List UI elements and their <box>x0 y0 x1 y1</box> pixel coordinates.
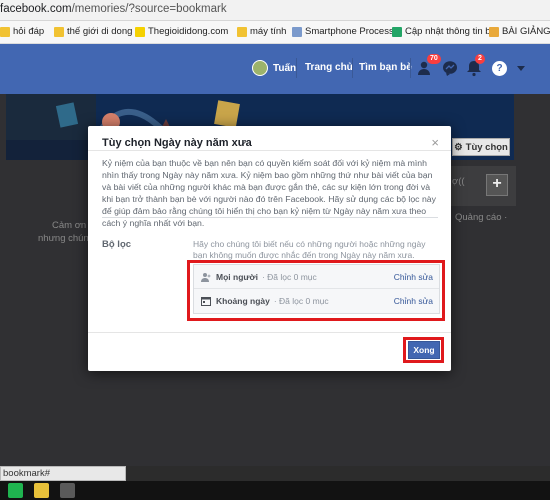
bookmarks-bar: hỏi đáp thế giới di dong Thegioididong.c… <box>0 21 550 44</box>
spotify-icon[interactable] <box>8 483 23 498</box>
nav-divider <box>352 58 353 78</box>
folder-icon <box>0 26 10 37</box>
address-bar[interactable]: facebook.com/memories/?source=bookmark <box>0 0 550 21</box>
notifications-badge: 2 <box>475 54 485 64</box>
tgdd-icon <box>135 26 145 37</box>
nav-divider <box>410 58 411 78</box>
add-button[interactable]: + <box>486 174 508 196</box>
bookmark-hoi-dap[interactable]: hỏi đáp <box>0 26 44 37</box>
filters-description: Hãy cho chúng tôi biết nếu có những ngườ… <box>193 239 426 260</box>
taskbar <box>0 481 550 500</box>
avatar <box>252 60 268 76</box>
url-host: facebook.com <box>0 3 72 15</box>
url-path: /memories/?source=bookmark <box>71 3 227 15</box>
find-friends-link[interactable]: Tìm bạn bè <box>359 62 412 73</box>
bookmark-cap-nhat[interactable]: Cập nhật thông tin b <box>392 26 491 37</box>
sheet-icon <box>392 26 402 37</box>
browser-status-bar: bookmark# <box>0 466 126 481</box>
friend-requests-icon[interactable]: 70 <box>417 54 441 77</box>
help-icon[interactable]: ? <box>492 61 507 76</box>
page-text-fragment: ợ(( <box>452 176 465 187</box>
options-button[interactable]: ⚙ Tùy chọn <box>452 138 510 156</box>
memories-preferences-dialog: Tùy chọn Ngày này năm xưa × Kỷ niệm của … <box>88 126 451 371</box>
close-icon[interactable]: × <box>431 135 439 150</box>
bookmark-may-tinh[interactable]: máy tính <box>237 26 286 37</box>
folder-icon <box>54 26 64 37</box>
folder-icon <box>237 26 247 37</box>
dialog-footer-divider <box>88 332 451 333</box>
nav-divider <box>296 58 297 78</box>
gear-icon: ⚙ <box>454 141 463 153</box>
filters-label: Bộ lọc <box>102 239 132 250</box>
file-explorer-icon[interactable] <box>34 483 49 498</box>
account-menu-caret-icon[interactable] <box>517 66 525 71</box>
ads-label: Quảng cáo · <box>455 212 508 223</box>
highlight-annotation-filters <box>187 260 445 321</box>
dialog-description: Kỷ niệm của bạn thuộc về bạn nên bạn có … <box>102 158 436 228</box>
friend-requests-badge: 70 <box>427 54 441 64</box>
bookmark-icon <box>489 26 499 37</box>
bookmark-thegioididong[interactable]: Thegioididong.com <box>135 26 228 37</box>
home-link[interactable]: Trang chủ <box>305 62 353 73</box>
messenger-icon[interactable] <box>441 59 459 77</box>
bookmark-bai-giang[interactable]: BÀI GIẢNG T <box>489 26 550 37</box>
profile-link[interactable]: Tuấn <box>252 60 296 76</box>
divider <box>102 217 438 218</box>
dialog-header: Tùy chọn Ngày này năm xưa × <box>88 126 451 151</box>
highlight-annotation-done <box>403 337 444 363</box>
notifications-bell-icon[interactable]: 2 <box>465 54 485 77</box>
chrome-icon[interactable] <box>60 483 75 498</box>
dialog-title: Tùy chọn Ngày này năm xưa <box>102 137 252 149</box>
page-text-fragment: nhưng chúng <box>38 233 95 244</box>
facebook-top-bar: Tuấn Trang chủ Tìm bạn bè 70 2 ? <box>0 44 550 94</box>
bookmark-the-gioi-di-dong[interactable]: thế giới di dong <box>54 26 132 37</box>
page-icon <box>292 26 302 37</box>
bookmark-smartphone-process[interactable]: Smartphone Process <box>292 26 394 37</box>
url-text[interactable]: facebook.com/memories/?source=bookmark <box>0 3 227 15</box>
